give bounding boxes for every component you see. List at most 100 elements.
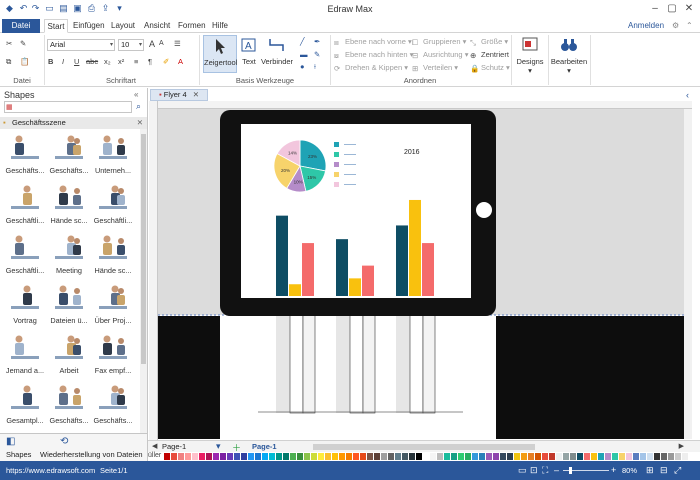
color-swatch[interactable]	[500, 453, 506, 460]
tab-start[interactable]: Start	[44, 19, 68, 33]
group-button[interactable]: ⧠ Gruppieren ▾	[412, 37, 466, 47]
shape-item[interactable]: Vortrag	[3, 282, 47, 330]
color-swatch[interactable]	[493, 453, 499, 460]
color-swatch[interactable]	[423, 453, 429, 460]
color-swatch[interactable]	[465, 453, 471, 460]
color-swatch[interactable]	[661, 453, 667, 460]
color-swatch[interactable]	[213, 453, 219, 460]
rectangle-tool-icon[interactable]: ▬	[300, 50, 308, 59]
page-dropdown-icon[interactable]: ▾	[216, 441, 221, 452]
color-swatch[interactable]	[612, 453, 618, 460]
list-icon[interactable]: ☰	[174, 39, 181, 48]
shapes-tab[interactable]: Shapes	[6, 450, 31, 459]
color-swatch[interactable]	[570, 453, 576, 460]
shape-item[interactable]: Über Proj...	[91, 282, 135, 330]
line-tool-icon[interactable]: ╱	[300, 37, 305, 46]
color-swatch[interactable]	[206, 453, 212, 460]
shape-item[interactable]: Geschäfts...	[91, 382, 135, 430]
font-grow-icon[interactable]: A	[149, 39, 155, 49]
color-swatch[interactable]	[577, 453, 583, 460]
shape-item[interactable]: Unterneh...	[91, 132, 135, 180]
settings-icon[interactable]: ⚙	[672, 19, 679, 33]
shape-item[interactable]: Fax empf...	[91, 332, 135, 380]
collapse-ribbon-icon[interactable]: ⌃	[686, 19, 693, 33]
fit-width-icon[interactable]: ⊟	[660, 461, 668, 480]
shape-item[interactable]: Geschäftli...	[91, 182, 135, 230]
color-swatch[interactable]	[248, 453, 254, 460]
shape-item[interactable]: Geschäftli...	[3, 182, 47, 230]
zoom-slider-handle[interactable]	[569, 467, 572, 474]
align-button[interactable]: ⊟ Ausrichtung ▾	[412, 50, 468, 60]
shape-item[interactable]: Geschäfts...	[47, 382, 91, 430]
color-swatch[interactable]	[311, 453, 317, 460]
shape-item[interactable]: Geschäftli...	[3, 232, 47, 280]
color-swatch[interactable]	[430, 453, 436, 460]
shapes-tab-icon[interactable]: ◧	[6, 436, 15, 447]
fit-page-icon[interactable]: ⊞	[646, 461, 654, 480]
color-swatch[interactable]	[528, 453, 534, 460]
color-swatch[interactable]	[255, 453, 261, 460]
color-swatch[interactable]	[605, 453, 611, 460]
color-swatch[interactable]	[486, 453, 492, 460]
italic-button[interactable]: I	[62, 57, 64, 66]
pencil-tool-icon[interactable]: ✎	[314, 50, 320, 59]
drawing-canvas[interactable]: 23% 15% 10% 20% 14% 2016	[158, 109, 692, 439]
color-swatch[interactable]	[675, 453, 681, 460]
color-swatch[interactable]	[437, 453, 443, 460]
color-swatch[interactable]	[332, 453, 338, 460]
color-swatch[interactable]	[444, 453, 450, 460]
pen-tool-icon[interactable]: ✒	[314, 37, 320, 46]
shape-item[interactable]: Hände sc...	[47, 182, 91, 230]
color-swatch[interactable]	[360, 453, 366, 460]
pointer-tool-button[interactable]: Zeigertool	[203, 35, 237, 73]
status-url[interactable]: https://www.edrawsoft.com	[6, 461, 95, 480]
document-tab[interactable]: ▪ Flyer 4 ✕	[150, 89, 209, 101]
category-header[interactable]: ▪ Geschäftsszene ✕	[0, 117, 147, 129]
color-swatch[interactable]	[640, 453, 646, 460]
color-swatch[interactable]	[318, 453, 324, 460]
horizontal-scroll-thumb[interactable]	[313, 444, 535, 450]
tab-einfuegen[interactable]: Einfügen	[73, 19, 105, 33]
color-swatch[interactable]	[367, 453, 373, 460]
font-shrink-icon[interactable]: A	[159, 40, 164, 47]
color-swatch[interactable]	[633, 453, 639, 460]
color-swatch[interactable]	[192, 453, 198, 460]
color-swatch[interactable]	[458, 453, 464, 460]
maximize-icon[interactable]: ▢	[665, 2, 679, 16]
panel-pin-icon[interactable]: «	[134, 90, 138, 99]
bring-front-button[interactable]: ⧈ Ebene nach vorne ▾	[334, 37, 412, 47]
tab-hilfe[interactable]: Hilfe	[212, 19, 228, 33]
send-back-button[interactable]: ⧇ Ebene nach hinten ▾	[334, 50, 413, 60]
recovery-tab-icon[interactable]: ⟲	[60, 436, 68, 447]
edit-button[interactable]: Bearbeiten ▾	[550, 35, 588, 81]
shape-item[interactable]: Geschäfts...	[3, 132, 47, 180]
color-swatch[interactable]	[241, 453, 247, 460]
font-color-icon[interactable]: A	[178, 57, 183, 66]
size-button[interactable]: ⤡ Größe ▾	[470, 37, 508, 47]
panel-scrollbar[interactable]	[140, 129, 147, 434]
copy-icon[interactable]: ⧉	[6, 57, 11, 67]
color-swatch[interactable]	[472, 453, 478, 460]
color-swatch[interactable]	[339, 453, 345, 460]
color-swatch[interactable]	[381, 453, 387, 460]
align-icon[interactable]: ≡	[134, 57, 138, 66]
connector-tool-button[interactable]: Verbinder	[260, 35, 294, 73]
color-swatch[interactable]	[227, 453, 233, 460]
color-swatch[interactable]	[682, 453, 688, 460]
color-swatch[interactable]	[626, 453, 632, 460]
font-size-select[interactable]: 10 ▾	[118, 39, 144, 51]
color-swatch[interactable]	[549, 453, 555, 460]
color-swatch[interactable]	[416, 453, 422, 460]
color-swatch[interactable]	[220, 453, 226, 460]
superscript-button[interactable]: x²	[118, 57, 124, 66]
color-swatch[interactable]	[409, 453, 415, 460]
subscript-button[interactable]: x₂	[104, 57, 111, 66]
login-link[interactable]: Anmelden	[628, 19, 664, 33]
color-swatch[interactable]	[164, 453, 170, 460]
color-swatch[interactable]	[297, 453, 303, 460]
shape-item[interactable]: Meeting	[47, 232, 91, 280]
color-swatch[interactable]	[185, 453, 191, 460]
color-swatch[interactable]	[619, 453, 625, 460]
view-fit-icon[interactable]: ⊡	[530, 461, 538, 480]
view-normal-icon[interactable]: ▭	[518, 461, 527, 480]
